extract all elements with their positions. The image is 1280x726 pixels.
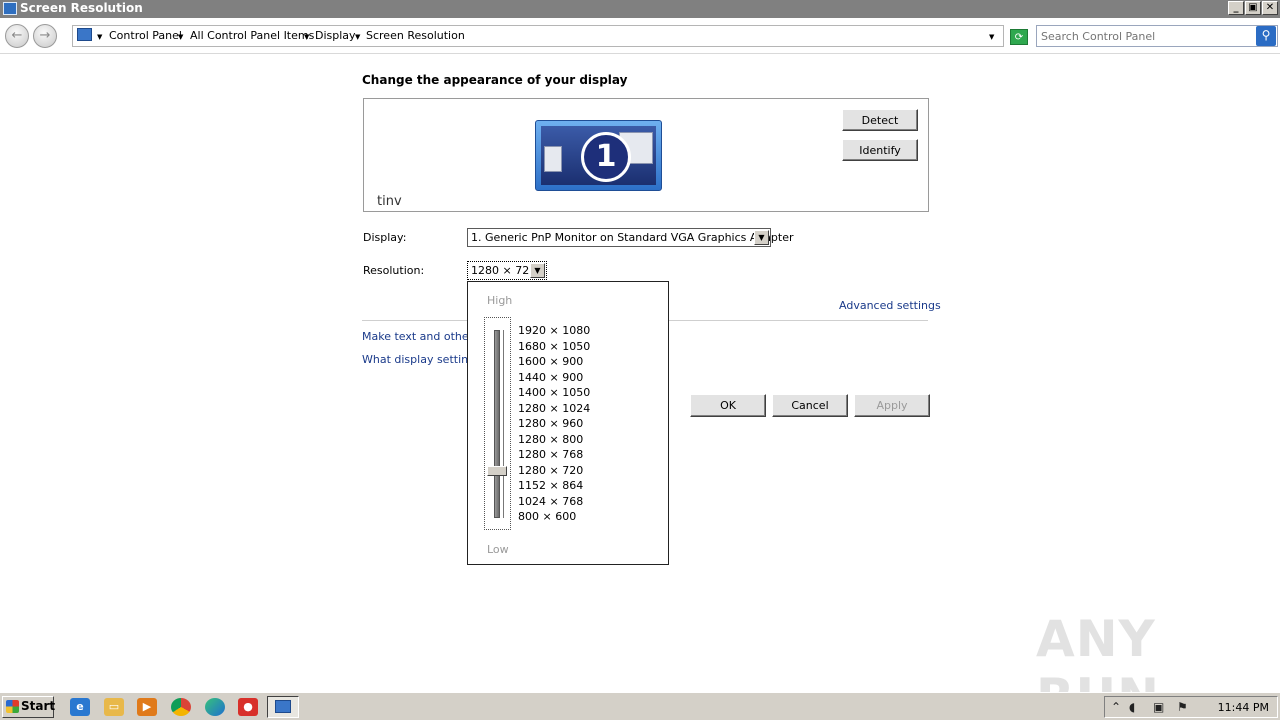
show-hidden-icons-icon[interactable]: ⌃	[1111, 700, 1121, 714]
resolution-option[interactable]: 1400 × 1050	[518, 386, 590, 399]
search-button[interactable]: ⚲	[1256, 26, 1276, 46]
chevron-down-icon[interactable]: ▼	[97, 33, 102, 41]
close-button[interactable]: ✕	[1262, 1, 1278, 15]
search-icon: ⚲	[1261, 28, 1271, 42]
start-button[interactable]: Start	[2, 696, 56, 718]
resolution-select[interactable]: 1280 × 720 ▼	[467, 261, 547, 280]
window-thumbnail	[544, 146, 562, 172]
title-bar: Screen Resolution _ ▣ ✕	[0, 0, 1280, 18]
display-label: Display:	[363, 231, 407, 244]
chevron-down-icon[interactable]: ▼	[304, 33, 309, 41]
window-title: Screen Resolution	[20, 1, 143, 15]
address-history-dropdown[interactable]: ▼	[989, 33, 994, 41]
display-app-icon	[275, 700, 291, 713]
display-settings-help-link[interactable]: What display settings	[362, 353, 481, 366]
resolution-option[interactable]: 1280 × 800	[518, 433, 583, 446]
low-label: Low	[487, 543, 509, 556]
taskbar-screen-resolution-app[interactable]	[267, 696, 299, 718]
clock[interactable]: 11:44 PM	[1218, 701, 1269, 714]
back-button[interactable]: ←	[5, 24, 29, 48]
search-box	[1036, 25, 1278, 47]
slider-ticks	[503, 330, 509, 518]
identify-button[interactable]: Identify	[842, 139, 918, 161]
forward-button[interactable]: →	[33, 24, 57, 48]
action-center-flag-icon[interactable]: ⚑	[1177, 700, 1188, 714]
breadcrumb-display[interactable]: Display	[315, 29, 356, 42]
media-player-icon[interactable]: ▶	[137, 698, 157, 716]
chevron-down-icon[interactable]: ▼	[178, 33, 183, 41]
breadcrumb-control-panel[interactable]: Control Panel	[109, 29, 182, 42]
cancel-button[interactable]: Cancel	[772, 394, 848, 417]
chevron-down-icon[interactable]: ▼	[530, 263, 545, 278]
chevron-down-icon[interactable]: ▼	[754, 230, 769, 245]
system-tray: ⌃ ◖ ▣ ⚑ 11:44 PM	[1104, 696, 1278, 718]
monitor-1-icon[interactable]: 1	[535, 120, 662, 191]
resolution-option[interactable]: 1440 × 900	[518, 371, 583, 384]
apply-button: Apply	[854, 394, 930, 417]
computer-icon	[77, 28, 92, 41]
high-label: High	[487, 294, 513, 307]
resolution-option[interactable]: 1024 × 768	[518, 495, 583, 508]
anyrun-icon[interactable]: ●	[238, 698, 258, 716]
page-heading: Change the appearance of your display	[362, 73, 628, 87]
refresh-icon: ⟳	[1014, 32, 1024, 43]
detect-button[interactable]: Detect	[842, 109, 918, 131]
windows-logo-icon	[6, 700, 19, 713]
ok-button[interactable]: OK	[690, 394, 766, 417]
resolution-option[interactable]: 1280 × 768	[518, 448, 583, 461]
resolution-option[interactable]: 1680 × 1050	[518, 340, 590, 353]
refresh-button[interactable]: ⟳	[1010, 29, 1028, 45]
resolution-option[interactable]: 1280 × 1024	[518, 402, 590, 415]
advanced-settings-link[interactable]: Advanced settings	[839, 299, 941, 312]
display-arrangement-area: 1 tinv Detect Identify	[363, 98, 929, 212]
ie-icon[interactable]: e	[70, 698, 90, 716]
resolution-label: Resolution:	[363, 264, 425, 277]
display-select-value: 1. Generic PnP Monitor on Standard VGA G…	[471, 231, 794, 244]
minimize-button[interactable]: _	[1228, 1, 1244, 15]
resolution-option[interactable]: 1152 × 864	[518, 479, 583, 492]
monitor-label: tinv	[377, 194, 402, 209]
resolution-option[interactable]: 1600 × 900	[518, 355, 583, 368]
resolution-option[interactable]: 1280 × 720	[518, 464, 583, 477]
back-arrow-icon: ←	[11, 28, 23, 43]
slider-thumb[interactable]	[487, 466, 507, 476]
display-select[interactable]: 1. Generic PnP Monitor on Standard VGA G…	[467, 228, 794, 247]
control-panel-icon	[3, 2, 17, 15]
resolution-select-value: 1280 × 720	[471, 264, 537, 277]
network-icon[interactable]: ▣	[1153, 700, 1164, 714]
chrome-icon[interactable]	[171, 698, 191, 716]
make-text-larger-link[interactable]: Make text and other it	[362, 330, 484, 343]
resolution-option[interactable]: 1920 × 1080	[518, 324, 590, 337]
breadcrumb-screen-resolution[interactable]: Screen Resolution	[366, 29, 465, 42]
resolution-dropdown-panel: High 1920 × 1080 1680 × 1050 1600 × 900 144…	[467, 281, 669, 565]
start-label: Start	[21, 699, 56, 713]
search-input[interactable]	[1041, 28, 1251, 44]
resolution-option[interactable]: 1280 × 960	[518, 417, 583, 430]
slider-track	[494, 330, 500, 518]
explorer-icon[interactable]: ▭	[104, 698, 124, 716]
volume-icon[interactable]: ◖	[1129, 700, 1135, 714]
breadcrumb-all-items[interactable]: All Control Panel Items	[190, 29, 314, 42]
restore-button[interactable]: ▣	[1245, 1, 1261, 15]
resolution-option[interactable]: 800 × 600	[518, 510, 576, 523]
forward-arrow-icon: →	[39, 28, 51, 43]
edge-icon[interactable]	[205, 698, 225, 716]
address-box[interactable]: ▼ Control Panel ▼ All Control Panel Item…	[72, 25, 1004, 47]
taskbar: Start e ▭ ▶ ● ⌃ ◖ ▣ ⚑ 11:44 PM	[0, 692, 1280, 720]
chevron-down-icon[interactable]: ▼	[355, 33, 360, 41]
monitor-number-badge: 1	[581, 132, 631, 182]
resolution-slider[interactable]	[484, 317, 511, 530]
navigation-bar: ← → ▼ Control Panel ▼ All Control Panel …	[0, 18, 1280, 54]
monitor-screen: 1	[541, 126, 656, 185]
